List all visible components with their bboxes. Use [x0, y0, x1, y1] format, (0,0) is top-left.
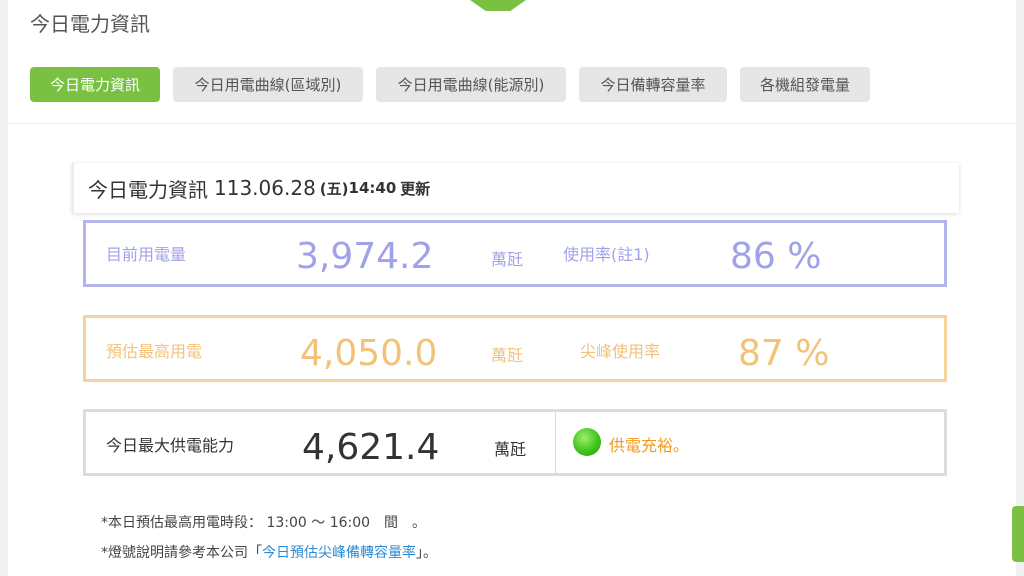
card-update-label: 更新 [400, 179, 431, 198]
status-light-icon [573, 428, 601, 456]
tab-power-info[interactable]: 今日電力資訊 [30, 67, 160, 102]
current-usage-label: 目前用電量 [106, 245, 187, 264]
peak-forecast-unit: 萬瓩 [491, 346, 524, 365]
tab-usage-curve-energy[interactable]: 今日用電曲線(能源別) [376, 67, 566, 102]
peak-rate-value: 87 % [738, 333, 830, 374]
card-date: 113.06.28 [214, 176, 316, 200]
peak-forecast-value: 4,050.0 [300, 333, 438, 374]
tabs-divider [8, 123, 1016, 124]
peak-period-note: *本日預估最高用電時段： 13:00 ～ 16:00 間 。 [101, 515, 427, 531]
current-usage-panel: 目前用電量 3,974.2 萬瓩 使用率(註1) 86 % [83, 220, 947, 287]
max-supply-value: 4,621.4 [302, 427, 440, 468]
side-tab-handle[interactable] [1012, 506, 1024, 562]
peak-rate-label: 尖峰使用率 [580, 342, 661, 361]
page-title: 今日電力資訊 [30, 12, 150, 36]
right-margin [1016, 0, 1024, 576]
light-note-prefix: *燈號說明請參考本公司「 [101, 545, 262, 561]
max-supply-panel: 今日最大供電能力 4,621.4 萬瓩 供電充裕。 [83, 409, 947, 476]
card-header: 今日電力資訊 113.06.28 (五) 14:40 更新 [72, 163, 959, 213]
current-usage-unit: 萬瓩 [491, 250, 524, 269]
supply-status-text: 供電充裕。 [609, 436, 690, 455]
max-supply-label: 今日最大供電能力 [106, 436, 235, 455]
peak-forecast-label: 預估最高用電 [106, 342, 203, 361]
panel-divider [555, 412, 556, 473]
current-usage-value: 3,974.2 [296, 236, 434, 277]
card-time: 14:40 [348, 179, 397, 197]
usage-rate-value: 86 % [730, 236, 822, 277]
top-arrow-indicator [470, 0, 526, 11]
tab-usage-curve-region[interactable]: 今日用電曲線(區域別) [173, 67, 363, 102]
tab-unit-generation[interactable]: 各機組發電量 [740, 67, 870, 102]
left-margin [0, 0, 8, 576]
max-supply-unit: 萬瓩 [494, 440, 527, 459]
light-note-suffix: 」。 [416, 545, 437, 561]
card-title: 今日電力資訊 [88, 177, 208, 202]
peak-forecast-panel: 預估最高用電 4,050.0 萬瓩 尖峰使用率 87 % [83, 315, 947, 382]
usage-rate-label: 使用率(註1) [563, 245, 650, 264]
reserve-margin-link[interactable]: 今日預估尖峰備轉容量率 [262, 545, 416, 561]
light-explanation-note: *燈號說明請參考本公司「今日預估尖峰備轉容量率」。 [101, 542, 437, 562]
card-weekday: (五) [319, 179, 349, 198]
tab-reserve-margin[interactable]: 今日備轉容量率 [579, 67, 727, 102]
